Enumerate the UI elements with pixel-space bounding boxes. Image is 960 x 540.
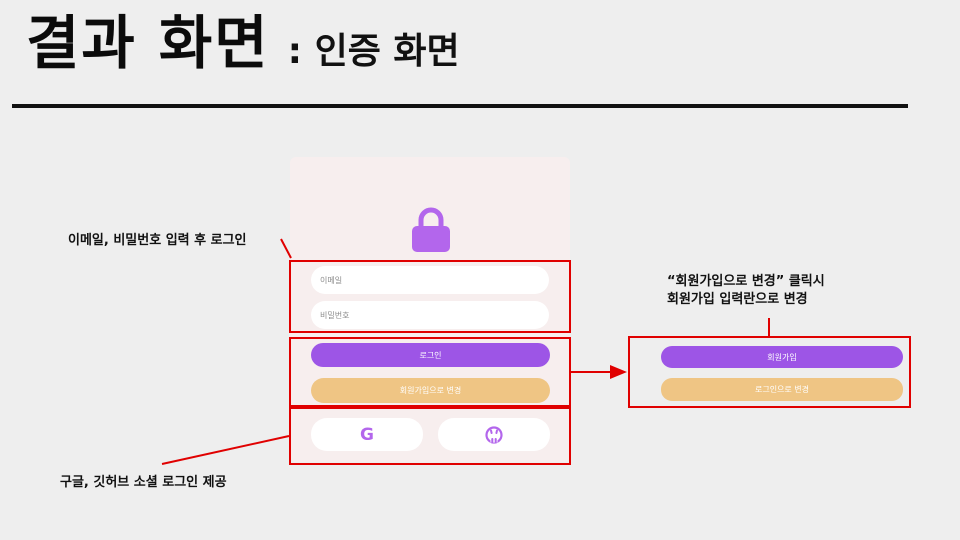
- switch-to-login-button[interactable]: 로그인으로 변경: [661, 378, 903, 401]
- login-note: 이메일, 비밀번호 입력 후 로그인: [68, 233, 247, 248]
- social-note: 구글, 깃허브 소셜 로그인 제공: [60, 475, 227, 490]
- login-button[interactable]: 로그인: [311, 343, 550, 367]
- switch-to-signup-label: 회원가입으로 변경: [399, 386, 462, 395]
- google-icon: G: [360, 424, 374, 445]
- title-divider: [12, 104, 908, 108]
- switch-note-line1: “회원가입으로 변경” 클릭시: [667, 274, 825, 289]
- switch-to-login-label: 로그인으로 변경: [754, 385, 810, 394]
- email-input[interactable]: [311, 266, 549, 294]
- signup-button-label: 회원가입: [767, 352, 797, 362]
- title-main: 결과 화면: [26, 9, 270, 77]
- switch-to-signup-button[interactable]: 회원가입으로 변경: [311, 378, 550, 403]
- signup-button[interactable]: 회원가입: [661, 346, 903, 368]
- social-note-connector: [161, 435, 290, 465]
- slide-title: 결과 화면 : 인증 화면: [26, 14, 460, 72]
- google-login-button[interactable]: G: [311, 418, 423, 451]
- title-sub: : 인증 화면: [287, 31, 460, 72]
- login-button-label: 로그인: [419, 350, 442, 360]
- password-input[interactable]: [311, 301, 549, 329]
- slide: 결과 화면 : 인증 화면 로그인 회원가입으로 변경 G 회원가입 로그인으로…: [0, 0, 960, 540]
- arrow-head: [610, 365, 627, 379]
- lock-icon: [412, 207, 450, 252]
- switch-note-line2: 회원가입 입력란으로 변경: [667, 292, 808, 307]
- github-icon: [485, 425, 503, 444]
- github-login-button[interactable]: [438, 418, 550, 451]
